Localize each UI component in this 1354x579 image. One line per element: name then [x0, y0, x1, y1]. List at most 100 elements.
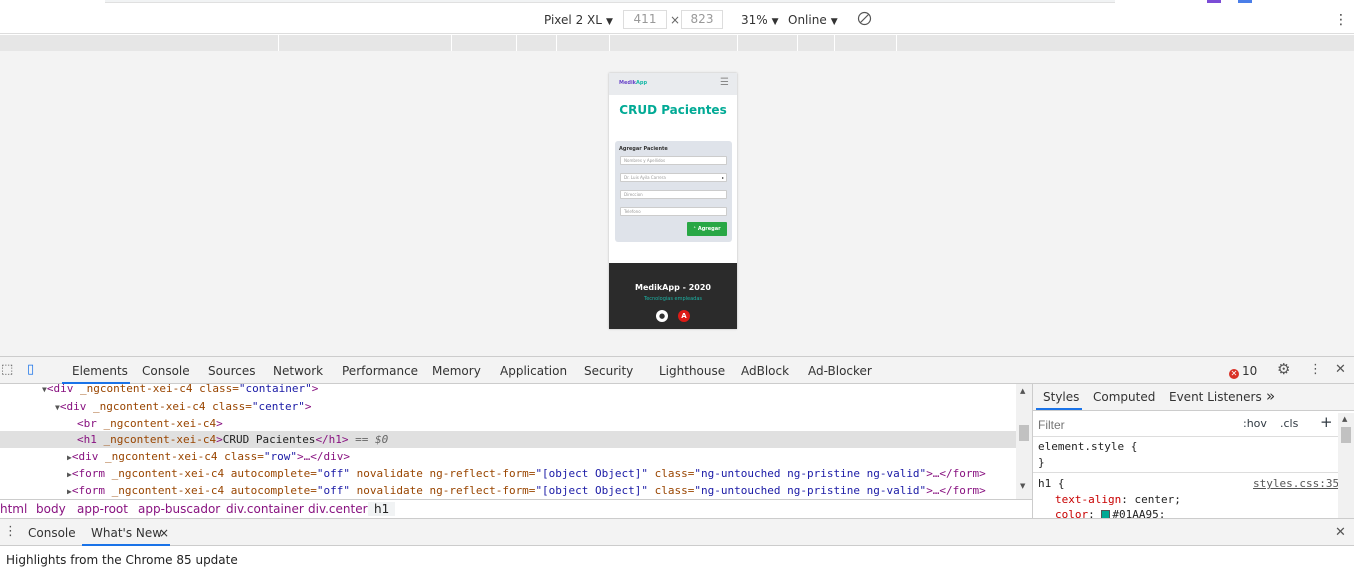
doctor-select[interactable]: Dr. Luis Ayila Carrera ▸ [620, 173, 727, 182]
breadcrumb-item[interactable]: html [0, 502, 27, 516]
drawer-menu-icon[interactable]: ⋮ [4, 524, 17, 539]
caret-down-icon: ▼ [771, 17, 779, 27]
extension-icon[interactable] [1207, 0, 1221, 3]
breadcrumb-item[interactable]: app-buscador [138, 502, 220, 516]
dom-node[interactable]: ▶<form _ngcontent-xei-c4 autocomplete="o… [0, 465, 986, 482]
class-toggle[interactable]: .cls [1280, 417, 1298, 430]
styles-tab-bar: Styles Computed Event Listeners » [1033, 384, 1354, 411]
dom-node[interactable]: ▼<div _ngcontent-xei-c4 class="center"> [0, 398, 312, 415]
more-vertical-icon[interactable]: ⋮ [1309, 362, 1322, 377]
add-button-label: Agregar [697, 226, 721, 232]
address-bar-edge [105, 0, 1115, 3]
footer-subtitle: Tecnologias empleadas [643, 296, 703, 302]
device-select[interactable]: Pixel 2 XL ▼ [544, 13, 613, 27]
name-input[interactable]: Nombres y Apellidos [620, 156, 727, 165]
styles-scrollbar[interactable]: ▲ [1338, 413, 1354, 518]
add-button[interactable]: ⁺ Agregar [687, 222, 727, 236]
dimension-separator: × [670, 13, 681, 27]
logo-text: App [636, 80, 648, 86]
tab-adblock[interactable]: AdBlock [741, 364, 789, 378]
tab-elements[interactable]: Elements [72, 364, 128, 378]
hamburger-menu-icon[interactable]: ☰ [720, 77, 729, 88]
inspect-element-icon[interactable]: ⬚ [1, 362, 13, 377]
scroll-thumb[interactable] [1341, 427, 1351, 443]
tab-console[interactable]: Console [142, 364, 190, 378]
tab-network[interactable]: Network [273, 364, 323, 378]
breadcrumb-item[interactable]: body [36, 502, 66, 516]
media-query-ruler[interactable] [0, 35, 1354, 51]
breadcrumb-item[interactable]: div.container [226, 502, 304, 516]
tab-lighthouse[interactable]: Lighthouse [659, 364, 725, 378]
dom-node[interactable]: <br _ngcontent-xei-c4> [0, 415, 223, 432]
styles-filter-input[interactable] [1038, 416, 1233, 434]
new-rule-icon[interactable]: + [1320, 413, 1333, 431]
ruler-tick [896, 35, 897, 51]
tab-computed[interactable]: Computed [1093, 390, 1155, 404]
drawer-tab-console[interactable]: Console [28, 526, 76, 540]
rotate-icon [857, 11, 872, 26]
gear-icon[interactable]: ⚙ [1277, 360, 1290, 378]
elements-scrollbar[interactable]: ▲ ▼ [1016, 384, 1032, 499]
browser-top-strip [0, 0, 1354, 7]
css-declaration[interactable]: text-align: center; [1055, 493, 1181, 506]
device-screen[interactable]: MedikApp ☰ CRUD Pacientes Agregar Pacien… [609, 73, 737, 329]
address-input[interactable]: Direccion [620, 190, 727, 199]
more-options-icon[interactable]: ⋮ [1334, 12, 1348, 28]
more-tabs-icon[interactable]: » [1266, 387, 1275, 405]
width-input[interactable]: 411 [623, 10, 667, 29]
breadcrumb-current[interactable]: h1 [368, 502, 396, 516]
tab-memory[interactable]: Memory [432, 364, 481, 378]
close-drawer-icon[interactable]: ✕ [1335, 525, 1346, 540]
tab-event-listeners[interactable]: Event Listeners [1169, 390, 1262, 404]
app-footer: MedikApp - 2020 Tecnologias empleadas ● … [609, 263, 737, 329]
dom-node[interactable]: ▶<form _ngcontent-xei-c4 autocomplete="o… [0, 482, 986, 499]
height-input[interactable]: 823 [681, 10, 723, 29]
error-icon: ✕ [1229, 369, 1239, 379]
throttle-select[interactable]: Online ▼ [788, 13, 838, 27]
device-toggle-icon[interactable]: ▯ [27, 362, 34, 377]
logo-text: Medik [619, 80, 636, 86]
color-swatch[interactable] [1101, 510, 1111, 518]
close-icon[interactable]: ✕ [1335, 362, 1346, 377]
footer-title: MedikApp - 2020 [635, 283, 711, 292]
breadcrumb-item[interactable]: app-root [77, 502, 128, 516]
device-name: Pixel 2 XL [544, 13, 602, 27]
dom-node-selected[interactable]: <h1 _ngcontent-xei-c4>CRUD Pacientes</h1… [0, 431, 1016, 448]
throttle-value: Online [788, 13, 827, 27]
devtools-tab-bar: ⬚ ▯ Elements Console Sources Network Per… [0, 356, 1354, 384]
breadcrumb-item[interactable]: div.center [308, 502, 368, 516]
zoom-select[interactable]: 31% ▼ [741, 13, 779, 27]
css-declaration[interactable]: color: #01AA95; [1055, 508, 1165, 518]
scroll-up-icon[interactable]: ▲ [1342, 415, 1347, 423]
scroll-thumb[interactable] [1019, 425, 1029, 441]
dom-node[interactable]: ▶<div _ngcontent-xei-c4 class="row">…</d… [0, 448, 350, 465]
tab-security[interactable]: Security [584, 364, 633, 378]
phone-input[interactable]: Telefono [620, 207, 727, 216]
app-logo[interactable]: MedikApp [619, 80, 647, 86]
drawer-tab-whats-new[interactable]: What's New [91, 526, 162, 540]
h1-rule-selector[interactable]: h1 { [1038, 477, 1065, 490]
tab-application[interactable]: Application [500, 364, 567, 378]
extension-icon[interactable] [1238, 0, 1252, 3]
angular-icon: A [677, 310, 690, 322]
ruler-tick [737, 35, 738, 51]
tab-performance[interactable]: Performance [342, 364, 418, 378]
dom-node[interactable]: ▼<div _ngcontent-xei-c4 class="container… [0, 384, 318, 397]
tab-sources[interactable]: Sources [208, 364, 255, 378]
close-tab-icon[interactable]: × [159, 526, 169, 540]
element-style-rule[interactable]: element.style { [1038, 440, 1137, 453]
rule-close-brace: } [1038, 456, 1045, 469]
ruler-tick [516, 35, 517, 51]
breadcrumb: html body app-root app-buscador div.cont… [0, 499, 1032, 518]
stylesheet-link[interactable]: styles.css:35 [1253, 477, 1339, 490]
hover-state-toggle[interactable]: :hov [1243, 417, 1267, 430]
tab-styles[interactable]: Styles [1043, 390, 1079, 404]
error-counter[interactable]: ✕ 10 [1229, 364, 1257, 379]
scroll-up-icon[interactable]: ▲ [1020, 387, 1025, 395]
rotate-button[interactable] [857, 11, 872, 29]
styles-pane: Styles Computed Event Listeners » :hov .… [1032, 384, 1354, 518]
caret-down-icon: ▼ [605, 17, 613, 27]
doctor-selected-value: Dr. Luis Ayila Carrera [624, 175, 666, 180]
tab-ad-blocker[interactable]: Ad-Blocker [808, 364, 872, 378]
scroll-down-icon[interactable]: ▼ [1020, 482, 1025, 490]
